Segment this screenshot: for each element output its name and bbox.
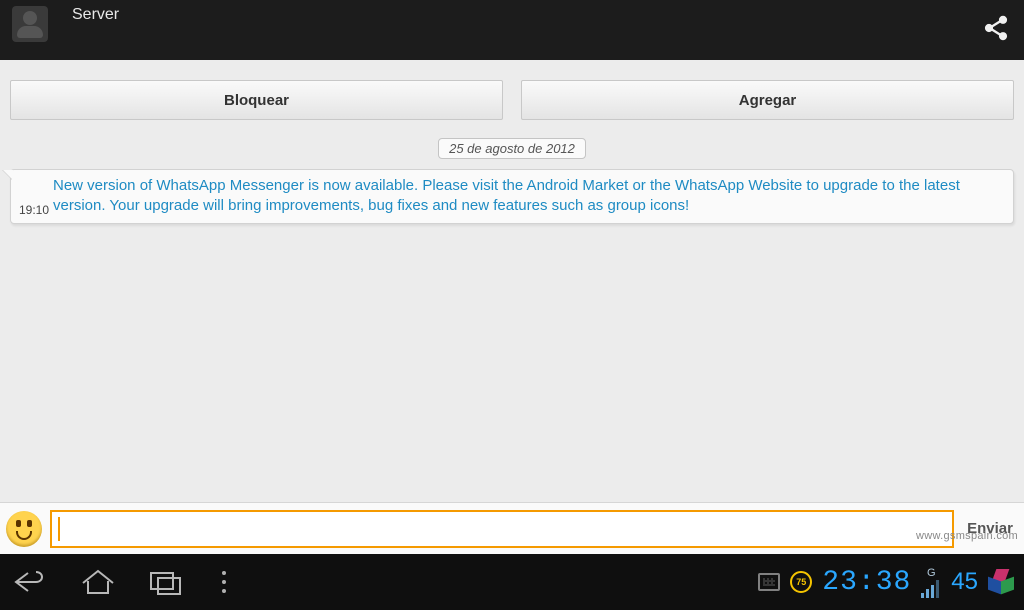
block-button[interactable]: Bloquear xyxy=(10,80,503,120)
chat-area: Bloquear Agregar 25 de agosto de 2012 19… xyxy=(0,60,1024,554)
back-icon[interactable] xyxy=(10,567,50,597)
share-icon[interactable] xyxy=(982,14,1010,42)
chat-title: Server xyxy=(72,6,119,24)
message-input-wrap[interactable] xyxy=(50,510,954,548)
signal-icon xyxy=(921,580,941,598)
date-badge: 25 de agosto de 2012 xyxy=(438,138,586,159)
recent-apps-icon[interactable] xyxy=(146,567,186,597)
system-navbar: 75 23:38 G 45 xyxy=(0,554,1024,610)
clock: 23:38 xyxy=(822,567,911,598)
watermark: www.gsmspain.com xyxy=(916,530,1018,542)
message-bubble: 19:10 New version of WhatsApp Messenger … xyxy=(10,169,1014,224)
emoji-icon[interactable] xyxy=(6,511,42,547)
message-time: 19:10 xyxy=(19,203,49,217)
network-type: G xyxy=(927,567,936,579)
battery-icon: 75 xyxy=(790,571,812,593)
signal-value: 45 xyxy=(951,568,978,596)
message-text: New version of WhatsApp Messenger is now… xyxy=(53,177,960,214)
app-titlebar: Server xyxy=(0,0,1024,50)
composer: Enviar xyxy=(0,502,1024,554)
home-icon[interactable] xyxy=(78,567,118,597)
avatar xyxy=(12,6,48,42)
message-input[interactable] xyxy=(60,512,952,546)
add-button[interactable]: Agregar xyxy=(521,80,1014,120)
app-cube-icon[interactable] xyxy=(988,569,1014,595)
keyboard-icon[interactable] xyxy=(758,573,780,591)
overflow-menu-icon[interactable] xyxy=(214,571,234,593)
